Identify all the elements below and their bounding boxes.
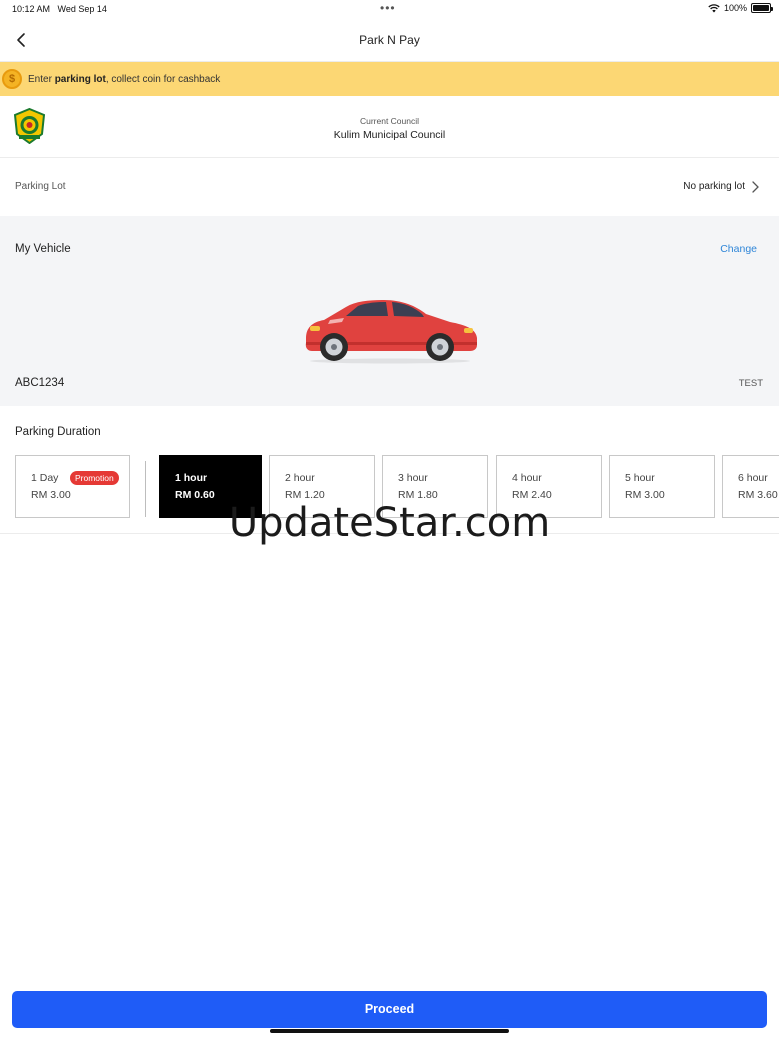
parking-lot-label: Parking Lot xyxy=(15,181,66,192)
duration-label: 5 hour xyxy=(625,472,655,484)
duration-label: 2 hour xyxy=(285,472,315,484)
banner-text: Enter parking lot, collect coin for cash… xyxy=(28,73,221,85)
my-vehicle-title: My Vehicle xyxy=(15,243,71,255)
home-indicator[interactable] xyxy=(270,1029,509,1033)
parking-duration-title: Parking Duration xyxy=(15,426,101,438)
chevron-right-icon xyxy=(752,181,759,193)
change-vehicle-link[interactable]: Change xyxy=(720,243,757,255)
cashback-banner[interactable]: $ Enter parking lot, collect coin for ca… xyxy=(0,62,779,96)
status-date: Wed Sep 14 xyxy=(57,4,107,14)
coin-icon: $ xyxy=(2,69,22,89)
proceed-button[interactable]: Proceed xyxy=(12,991,767,1028)
vehicle-name: TEST xyxy=(738,378,763,389)
promotion-badge: Promotion xyxy=(70,471,119,485)
council-name: Kulim Municipal Council xyxy=(333,129,446,141)
battery-icon xyxy=(751,3,773,13)
duration-label: 1 hour xyxy=(175,472,208,484)
wifi-icon xyxy=(708,3,720,12)
nav-bar: Park N Pay xyxy=(0,20,779,62)
car-illustration xyxy=(305,300,477,364)
status-time: 10:12 AM Wed Sep 14 xyxy=(12,4,107,14)
status-right: 100% xyxy=(708,3,773,13)
parking-lot-row[interactable]: Parking Lot No parking lot xyxy=(0,158,779,216)
current-council-section: Current Council Kulim Municipal Council xyxy=(0,96,779,158)
park-n-pay-screen: 10:12 AM Wed Sep 14 ••• 100% Park N Pay … xyxy=(0,0,779,1040)
parking-lot-value: No parking lot xyxy=(683,181,745,192)
council-caption: Current Council xyxy=(359,116,420,126)
my-vehicle-section: My Vehicle Change ABC1234 TEST xyxy=(0,216,779,406)
banner-text-bold: parking lot xyxy=(54,73,106,85)
vehicle-plate: ABC1234 xyxy=(15,377,65,389)
battery-percent: 100% xyxy=(723,3,747,13)
status-bar: 10:12 AM Wed Sep 14 ••• 100% xyxy=(0,0,779,20)
duration-label: 4 hour xyxy=(512,472,542,484)
duration-label: 1 Day xyxy=(31,472,59,484)
watermark-text: UpdateStar.com xyxy=(228,500,551,546)
multitasking-dots[interactable]: ••• xyxy=(380,1,396,15)
duration-label: 6 hour xyxy=(738,472,768,484)
duration-label: 3 hour xyxy=(398,472,428,484)
page-title: Park N Pay xyxy=(359,33,420,47)
